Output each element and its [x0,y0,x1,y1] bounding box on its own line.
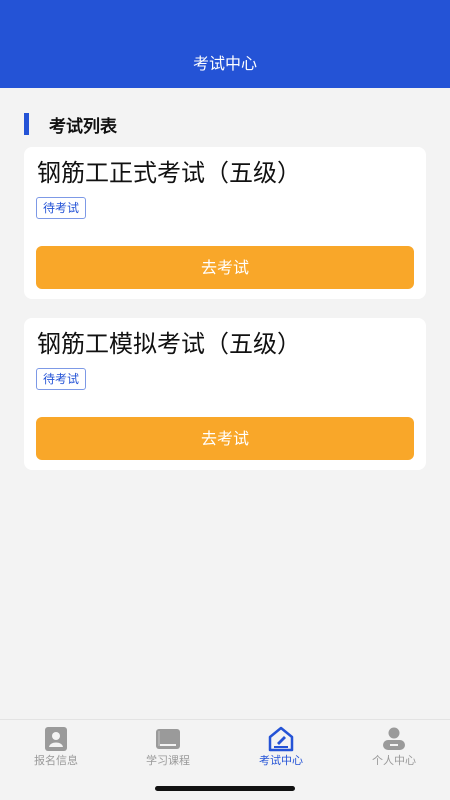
start-exam-button[interactable]: 去考试 [36,417,414,460]
exam-title: 钢筋工正式考试（五级） [37,159,301,187]
section-title: 考试列表 [49,116,117,137]
id-card-icon [45,727,67,751]
person-icon [383,727,405,750]
exam-title: 钢筋工模拟考试（五级） [37,330,301,358]
tab-personal-center[interactable]: 个人中心 [338,726,450,772]
tab-study-courses[interactable]: 学习课程 [112,726,224,772]
tab-exam-center[interactable]: 考试中心 [225,726,337,772]
top-header: 考试中心 [0,0,450,88]
section-accent-bar [24,113,29,135]
exam-status-badge: 待考试 [36,368,87,390]
start-exam-button[interactable]: 去考试 [36,246,414,289]
exam-pen-icon [268,726,294,752]
home-indicator [155,786,295,791]
page-title: 考试中心 [192,54,257,73]
tab-label: 学习课程 [146,754,190,767]
book-icon [156,729,180,749]
exam-card: 钢筋工正式考试（五级） 待考试 去考试 [24,147,426,299]
tab-label: 考试中心 [259,754,303,767]
exam-card: 钢筋工模拟考试（五级） 待考试 去考试 [24,318,426,470]
tab-label: 个人中心 [372,754,416,767]
tab-label: 报名信息 [34,754,78,767]
exam-status-badge: 待考试 [36,197,87,219]
section-header: 考试列表 [24,113,117,137]
tab-registration-info[interactable]: 报名信息 [0,726,112,772]
